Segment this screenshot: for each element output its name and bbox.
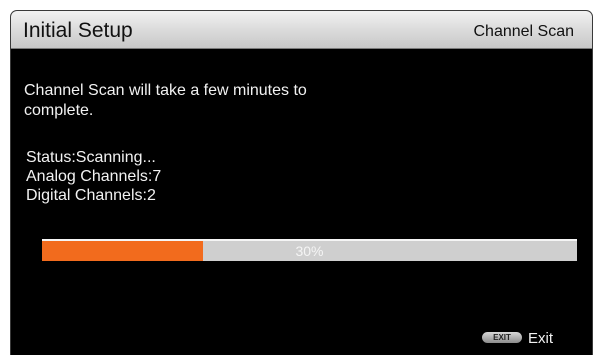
scan-message: Channel Scan will take a few minutes to …	[24, 82, 307, 119]
header-bar: Initial Setup Channel Scan	[11, 11, 592, 49]
exit-button-label[interactable]: Exit	[528, 330, 553, 347]
section-title: Channel Scan	[473, 23, 574, 40]
status-text: Status:Scanning...	[26, 149, 156, 166]
exit-key-icon[interactable]: EXIT	[482, 332, 522, 343]
scan-progress-bar: 30%	[42, 239, 577, 261]
digital-channels-count: Digital Channels:2	[26, 187, 156, 204]
analog-channels-count: Analog Channels:7	[26, 168, 162, 185]
scan-status: Status:Scanning... Analog Channels:7 Dig…	[26, 148, 161, 205]
page-title: Initial Setup	[23, 19, 133, 42]
setup-panel: Initial Setup Channel Scan Channel Scan …	[10, 10, 593, 355]
progress-percent: 30%	[295, 243, 324, 259]
